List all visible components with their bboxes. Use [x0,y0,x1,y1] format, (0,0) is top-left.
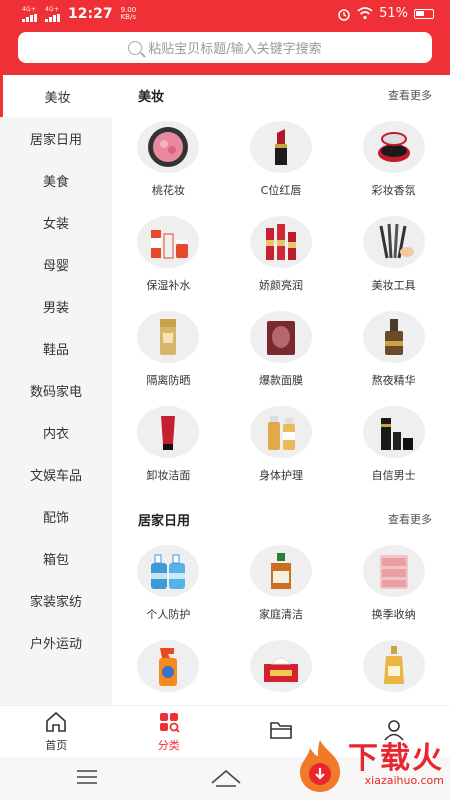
sidebar-item-home-textile[interactable]: 家装家纺 [0,579,112,621]
view-more-link[interactable]: 查看更多 [388,511,432,527]
section-title: 居家日用 [138,513,191,529]
subcategory-grid: 桃花妆 C位红唇 彩妆香氛 保湿补水 娇颜亮润 美妆工具 隔离防晒 爆款面膜 熬… [112,115,450,495]
section-header-home-daily: 居家日用 查看更多 [112,499,450,539]
category-content: 美妆 查看更多 桃花妆 C位红唇 彩妆香氛 保湿补水 娇颜亮润 美妆工具 隔离防… [112,75,450,705]
battery-icon [414,8,434,19]
subcategory-item[interactable]: 自信男士 [337,400,450,495]
tissue-box-icon [249,640,312,692]
storage-drawer-icon [362,545,425,597]
sidebar-item-womens[interactable]: 女装 [0,201,112,243]
subcategory-item[interactable]: 爆款面膜 [225,305,338,400]
cleanser-tube-icon [137,406,200,458]
makeup-brushes-icon [362,216,425,268]
tab-home[interactable]: 首页 [0,706,113,757]
subcategory-item[interactable]: 身体护理 [225,400,338,495]
category-icon [159,712,180,733]
subcategory-item[interactable]: C位红唇 [225,115,338,210]
sidebar-item-outdoor[interactable]: 户外运动 [0,621,112,663]
subcategory-item[interactable]: 熬夜精华 [337,305,450,400]
menu-icon[interactable] [76,769,98,785]
status-bar: 4G+ 4G+ 12:27 9.00 KB/s 51% [0,0,450,28]
hand-soap-icon [137,545,200,597]
category-sidebar: 美妆 居家日用 美食 女装 母婴 男装 鞋品 数码家电 内衣 文娱车品 配饰 箱… [0,75,112,705]
subcategory-item[interactable] [337,634,450,705]
mens-care-icon [362,406,425,458]
subcategory-item[interactable]: 保湿补水 [112,210,225,305]
signal-bars-icon [22,13,37,22]
wifi-icon [357,7,373,20]
battery-percent: 51% [379,6,408,21]
subcategory-item[interactable]: 彩妆香氛 [337,115,450,210]
signal-bars-icon [45,13,60,22]
disinfectant-icon [249,545,312,597]
skincare-set-icon [249,216,312,268]
clock: 12:27 [68,6,113,22]
lipstick-icon [249,121,312,173]
app-header: 4G+ 4G+ 12:27 9.00 KB/s 51% 粘贴宝贝标题/输入关键字… [0,0,450,75]
subcategory-item[interactable]: 美妆工具 [337,210,450,305]
system-home-icon[interactable] [210,769,242,787]
blush-compact-icon [137,121,200,173]
view-more-link[interactable]: 查看更多 [388,87,432,103]
subcategory-item[interactable] [112,634,225,705]
perfume-compact-icon [362,121,425,173]
subcategory-item[interactable]: 换季收纳 [337,539,450,634]
body-care-icon [249,406,312,458]
sidebar-item-beauty[interactable]: 美妆 [0,75,112,117]
network-speed: 9.00 KB/s [120,6,137,21]
face-mask-icon [249,311,312,363]
subcategory-item[interactable]: 隔离防晒 [112,305,225,400]
tab-category[interactable]: 分类 [113,706,226,757]
serum-icon [362,311,425,363]
sidebar-item-baby[interactable]: 母婴 [0,243,112,285]
spray-cleaner-icon [137,640,200,692]
sunscreen-icon [137,311,200,363]
search-icon [128,40,143,55]
sidebar-item-home-daily[interactable]: 居家日用 [0,117,112,159]
network-indicator-2: 4G+ [45,6,60,22]
sidebar-item-mens[interactable]: 男装 [0,285,112,327]
search-placeholder: 粘贴宝贝标题/输入关键字搜索 [148,42,322,57]
subcategory-grid: 个人防护 家庭清洁 换季收纳 [112,539,450,705]
subcategory-item[interactable]: 桃花妆 [112,115,225,210]
flame-logo-icon [300,740,340,792]
subcategory-item[interactable]: 卸妆洁面 [112,400,225,495]
sidebar-item-underwear[interactable]: 内衣 [0,411,112,453]
site-watermark: 下载火 xiazaihuo.com [296,738,444,794]
sidebar-item-bags[interactable]: 箱包 [0,537,112,579]
sidebar-item-digital[interactable]: 数码家电 [0,369,112,411]
home-icon [46,711,67,732]
folder-icon [270,721,293,739]
section-header-beauty: 美妆 查看更多 [112,75,450,115]
sidebar-item-entertainment-car[interactable]: 文娱车品 [0,453,112,495]
subcategory-item[interactable] [225,634,338,705]
section-title: 美妆 [138,89,165,105]
moisturizer-bottles-icon [137,216,200,268]
network-indicator-1: 4G+ [22,6,37,22]
alarm-icon [338,8,350,21]
sidebar-item-food[interactable]: 美食 [0,159,112,201]
shampoo-bottle-icon [362,640,425,692]
sidebar-item-shoes[interactable]: 鞋品 [0,327,112,369]
subcategory-item[interactable]: 家庭清洁 [225,539,338,634]
subcategory-item[interactable]: 个人防护 [112,539,225,634]
search-input[interactable]: 粘贴宝贝标题/输入关键字搜索 [18,32,432,63]
subcategory-item[interactable]: 娇颜亮润 [225,210,338,305]
sidebar-item-accessories[interactable]: 配饰 [0,495,112,537]
